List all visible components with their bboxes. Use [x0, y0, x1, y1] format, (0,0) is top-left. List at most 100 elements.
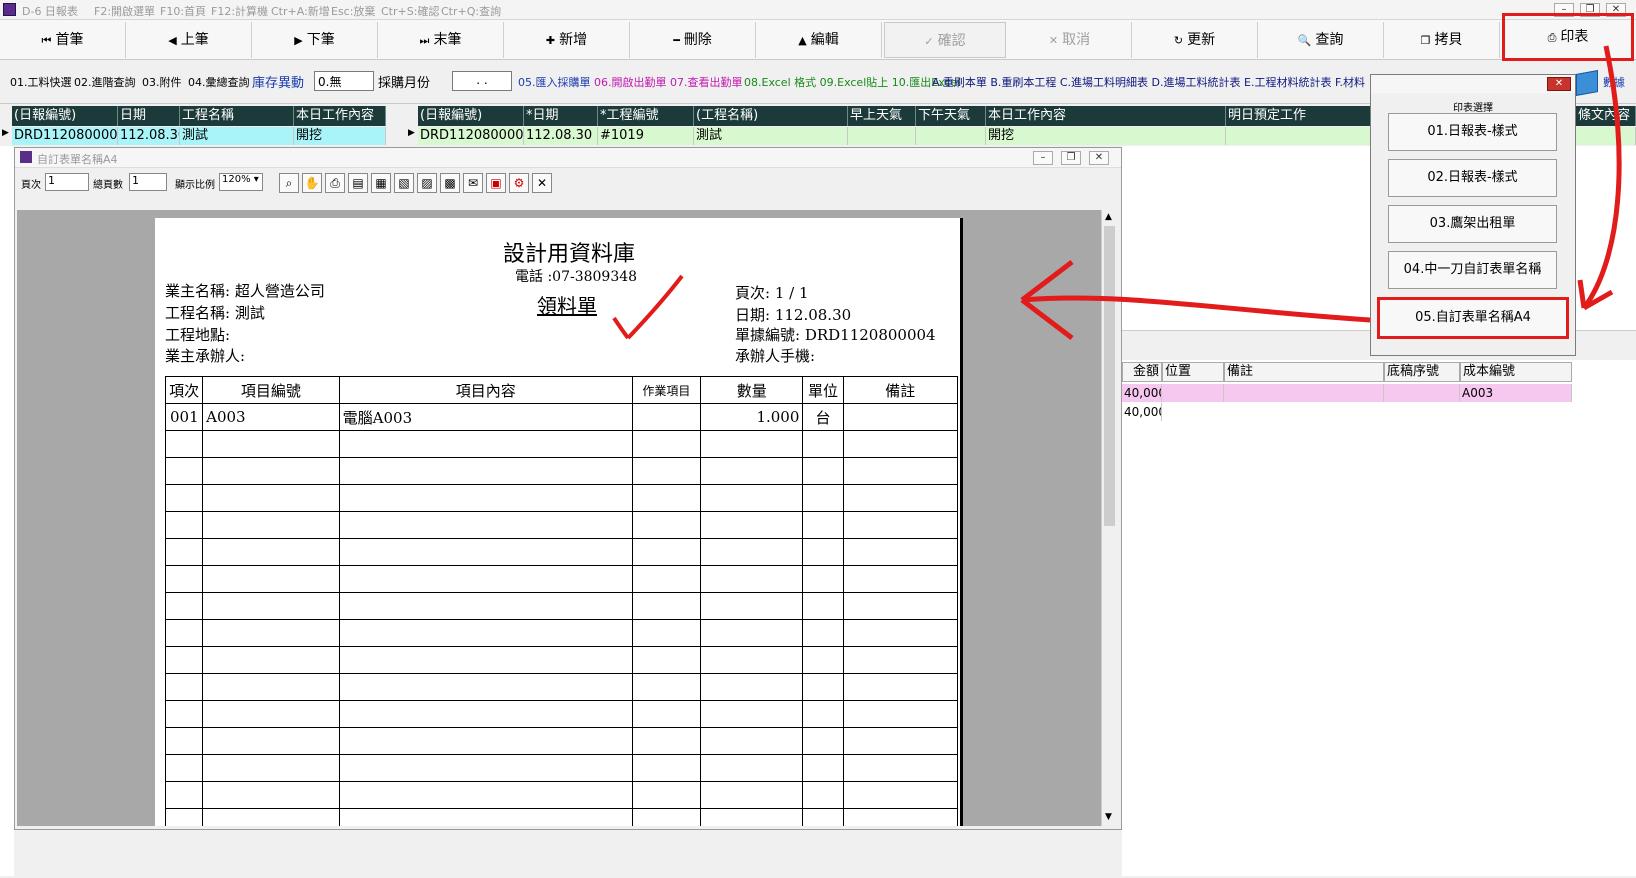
blank-cell: [842, 646, 959, 674]
blank-cell: [631, 727, 702, 755]
col-header[interactable]: 下午天氣: [916, 106, 986, 126]
table-cell[interactable]: 開挖: [294, 127, 386, 145]
cancel-button[interactable]: ✕ 取消: [1008, 22, 1132, 58]
vertical-scrollbar[interactable]: ▲ ▼: [1101, 210, 1117, 826]
advanced-query-link[interactable]: 02.進階查詢: [74, 74, 136, 90]
import-purchase-link[interactable]: 05.匯入採購單: [518, 74, 591, 90]
col-header[interactable]: 明日預定工作: [1226, 106, 1374, 126]
preview-canvas[interactable]: 設計用資料庫 電話 :07-3809348 領料單 業主名稱: 超人營造公司 工…: [17, 210, 1117, 826]
col-header[interactable]: *日期: [524, 106, 598, 126]
delete-button[interactable]: ━ 刪除: [630, 22, 756, 58]
table-cell[interactable]: [1226, 127, 1374, 145]
printer-icon[interactable]: ⎙: [325, 173, 345, 193]
quick-select-link[interactable]: 01.工料快選: [10, 74, 72, 90]
blank-cell: [164, 457, 204, 485]
blank-cell: [802, 538, 844, 566]
col-header[interactable]: 本日工作內容: [294, 106, 386, 126]
search-icon[interactable]: ⌕: [279, 173, 299, 193]
table-cell[interactable]: 開挖: [986, 127, 1226, 145]
table-cell[interactable]: #1019: [598, 127, 694, 145]
word-icon[interactable]: ▨: [417, 173, 437, 193]
col-header[interactable]: 備註: [1224, 362, 1384, 382]
print-option-5[interactable]: 05.自訂表單名稱A4: [1377, 297, 1569, 339]
hand-icon[interactable]: ✋: [302, 173, 322, 193]
add-button[interactable]: ✚ 新增: [504, 22, 630, 58]
table-cell[interactable]: 112.08.30: [118, 127, 180, 145]
col-header[interactable]: 底稿序號: [1384, 362, 1460, 382]
table-cell[interactable]: [1384, 384, 1460, 402]
pdf-icon[interactable]: ▣: [486, 173, 506, 193]
page-input[interactable]: 1: [45, 173, 89, 191]
col-header[interactable]: 本日工作內容: [986, 106, 1226, 126]
excel-icon[interactable]: ▧: [394, 173, 414, 193]
col-header[interactable]: 金額: [1122, 362, 1162, 382]
col-header[interactable]: 工程名稱: [180, 106, 294, 126]
col-header[interactable]: *工程編號: [598, 106, 694, 126]
first-record-button[interactable]: ⏮ 首筆: [0, 22, 126, 58]
last-record-button[interactable]: ⏭ 末筆: [378, 22, 504, 58]
table-cell[interactable]: 測試: [694, 127, 848, 145]
blank-cell: [700, 484, 804, 512]
col-header[interactable]: 成本編號: [1460, 362, 1572, 382]
table-cell[interactable]: 112.08.30: [524, 127, 598, 145]
table-cell[interactable]: DRD1120800004: [12, 127, 118, 145]
save-icon[interactable]: ▩: [440, 173, 460, 193]
zoom-select[interactable]: 120% ▾: [219, 173, 263, 191]
table-cell[interactable]: 測試: [180, 127, 294, 145]
print-option-3[interactable]: 03.鷹架出租單: [1388, 205, 1557, 243]
export-icon[interactable]: ▦: [371, 173, 391, 193]
data-label[interactable]: 數據: [1603, 74, 1625, 90]
scroll-up-icon[interactable]: ▲: [1105, 212, 1112, 222]
blank-cell: [202, 808, 340, 826]
table-cell[interactable]: 40,000: [1122, 384, 1162, 402]
col-header[interactable]: (日報編號): [12, 106, 118, 126]
summary-query-link[interactable]: 04.彙總查詢: [188, 74, 250, 90]
refresh-button[interactable]: ↻ 更新: [1132, 22, 1258, 58]
col-header[interactable]: (工程名稱): [694, 106, 848, 126]
attendance-links[interactable]: 06.開啟出勤單 07.查看出勤單: [594, 74, 742, 90]
blank-cell: [338, 646, 633, 674]
report-links[interactable]: A.重刷本單 B.重刷本工程 C.進場工料明細表 D.進場工料統計表 E.工程材…: [932, 74, 1365, 90]
col-header[interactable]: (日報編號): [418, 106, 524, 126]
close-icon[interactable]: ✕: [1547, 77, 1571, 91]
restore-icon[interactable]: ❐: [1061, 151, 1081, 165]
col-header[interactable]: 早上天氣: [848, 106, 916, 126]
blank-row: [164, 646, 959, 674]
page-label: 頁次: [21, 180, 41, 191]
attachment-link[interactable]: 03.附件: [142, 74, 182, 90]
row-pointer-icon: ▶: [2, 128, 9, 138]
table-cell[interactable]: DRD1120800004: [418, 127, 524, 145]
page-icon[interactable]: ▤: [348, 173, 368, 193]
edit-button[interactable]: ▲ 編輯: [756, 22, 882, 58]
table-cell[interactable]: [1162, 384, 1224, 402]
close-icon[interactable]: ✕: [532, 173, 552, 193]
close-icon[interactable]: ✕: [1089, 151, 1109, 165]
blank-cell: [338, 538, 633, 566]
confirm-button[interactable]: ✓ 確認: [884, 22, 1006, 58]
mail-icon[interactable]: ✉: [463, 173, 483, 193]
purchase-month-field[interactable]: . .: [452, 71, 512, 91]
prev-record-button[interactable]: ◀ 上筆: [126, 22, 252, 58]
print-option-2[interactable]: 02.日報表-樣式: [1388, 159, 1557, 197]
copy-button[interactable]: ❐ 拷貝: [1384, 22, 1500, 58]
stock-change-field[interactable]: 0.無: [314, 71, 374, 91]
print-option-1[interactable]: 01.日報表-樣式: [1388, 113, 1557, 151]
table-cell[interactable]: [916, 127, 986, 145]
excel-links[interactable]: 08.Excel 格式 09.Excel貼上 10.匯出Excel: [744, 74, 960, 90]
scroll-thumb[interactable]: [1104, 226, 1115, 526]
settings-icon[interactable]: ⚙: [509, 173, 529, 193]
next-record-button[interactable]: ▶ 下筆: [252, 22, 378, 58]
print-button[interactable]: ⎙ 印表: [1502, 13, 1634, 61]
minimize-icon[interactable]: –: [1033, 151, 1053, 165]
col-header[interactable]: 位置: [1162, 362, 1224, 382]
table-cell[interactable]: 40,000: [1122, 403, 1162, 421]
table-cell[interactable]: A003: [1460, 384, 1572, 402]
blank-cell: [164, 430, 204, 458]
table-cell[interactable]: [1224, 384, 1384, 402]
col-header[interactable]: 條文內容: [1576, 106, 1636, 126]
print-option-4[interactable]: 04.中一刀自訂表單名稱: [1388, 251, 1557, 289]
col-header[interactable]: 日期: [118, 106, 180, 126]
table-cell[interactable]: [848, 127, 916, 145]
scroll-down-icon[interactable]: ▼: [1105, 812, 1112, 822]
query-button[interactable]: 🔍 查詢: [1258, 22, 1384, 58]
